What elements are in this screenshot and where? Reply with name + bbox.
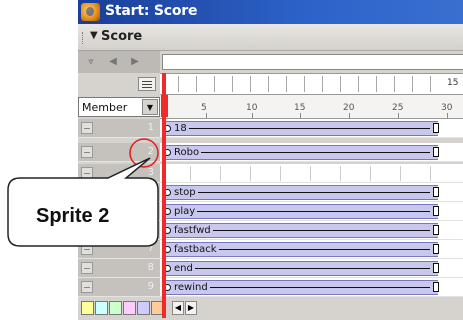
marker-ruler-left [78,73,160,95]
sprite-span[interactable]: 18 [164,121,439,136]
sprite-channel: 4 stop [78,183,463,202]
marker-label: 15 [447,78,459,88]
frame-number-strip[interactable]: 5 10 15 20 25 30 [160,95,463,119]
sprite-span[interactable]: fastback [164,242,439,257]
color-swatch[interactable] [81,301,94,315]
marker-menu-button[interactable] [138,77,156,91]
channel-header[interactable]: 2 [78,143,160,162]
sprite-label: play [174,206,198,217]
sprite-span[interactable]: play [164,204,439,219]
sprite-channel: 3 [78,164,463,183]
channel-number: 9 [147,281,154,292]
channel-header[interactable]: 9 [78,278,160,297]
channel-header[interactable]: 7 [78,240,160,259]
channel-number: 2 [147,146,154,157]
display-mode-value: Member [82,101,128,114]
score-window: Start: Score ▼ Score ⩔ ◀ ▶ 15 Member ▼ 5… [78,0,463,320]
sprite-channel: 1 18 [78,119,463,138]
director-app-icon [81,3,100,21]
panel-title: Score [101,29,143,44]
score-bottom-bar: ◀ ▶ [78,298,463,320]
toolbar-buttons: ⩔ ◀ ▶ [78,51,160,73]
filter-icon[interactable]: ⩔ [84,55,98,69]
channel-header[interactable]: 4 [78,183,160,202]
frame-number: 5 [201,103,207,113]
collapse-arrow-icon[interactable]: ▼ [90,30,98,41]
channel-toggle[interactable] [81,281,93,293]
callout-label: Sprite 2 [36,205,110,227]
forward-icon[interactable]: ▶ [128,55,142,69]
sprite-label: stop [174,187,198,198]
channel-number: 6 [147,224,154,235]
sprite-label: end [174,263,195,274]
channel-toggle[interactable] [81,122,93,134]
sprite-channel: 6 fastfwd [78,221,463,240]
sprite-channel: 2 Robo [78,143,463,162]
color-swatch[interactable] [123,301,136,315]
sprite-info-field[interactable] [162,54,463,70]
sprite-span[interactable]: fastfwd [164,223,439,238]
sprite-label: fastback [174,244,219,255]
frame-number: 10 [246,103,258,113]
frame-number: 20 [343,103,355,113]
sprite-label: fastfwd [174,225,213,236]
chevron-down-icon[interactable]: ▼ [142,99,158,115]
color-swatch[interactable] [95,301,108,315]
panel-header[interactable]: ▼ Score [78,24,463,51]
marker-ruler: 15 [78,73,463,95]
sprite-channel: 9 rewind [78,278,463,297]
channel-number: 7 [147,243,154,254]
scroll-right-button[interactable]: ▶ [185,301,197,315]
color-swatch[interactable] [137,301,150,315]
sprite-channel: 7 fastback [78,240,463,259]
channel-number: 5 [147,205,154,216]
playhead-handle[interactable] [161,95,168,117]
frame-number: 15 [294,103,306,113]
back-icon[interactable]: ◀ [106,55,120,69]
window-title: Start: Score [105,3,198,19]
sprite-span[interactable]: Robo [164,145,439,160]
frame-number: 30 [441,103,453,113]
channel-toggle[interactable] [81,146,93,158]
marker-strip[interactable]: 15 [160,73,463,95]
sprite-label: rewind [174,282,210,293]
channel-number: 8 [147,262,154,273]
channel-toggle[interactable] [81,167,93,179]
scroll-left-button[interactable]: ◀ [172,301,184,315]
frame-ruler: Member ▼ 5 10 15 20 25 30 [78,95,463,119]
sprite-span[interactable]: rewind [164,280,439,295]
channel-toggle[interactable] [81,262,93,274]
channel-toggle[interactable] [81,243,93,255]
channel-number: 1 [147,122,154,133]
frame-number: 25 [392,103,404,113]
sprite-channel: 5 play [78,202,463,221]
color-swatch[interactable] [109,301,122,315]
channel-header[interactable]: 1 [78,119,160,138]
title-bar[interactable]: Start: Score [78,0,463,24]
sprite-channel: 8 end [78,259,463,278]
panel-grip[interactable] [82,32,84,44]
sprite-span[interactable]: stop [164,185,439,200]
sprite-label: Robo [174,147,202,158]
display-mode-select[interactable]: Member ▼ [78,97,160,117]
channel-number: 3 [147,167,154,178]
channel-header[interactable]: 3 [78,164,160,183]
sprite-label: 18 [174,123,189,134]
channel-number: 4 [147,186,154,197]
score-toolbar: ⩔ ◀ ▶ [78,51,463,73]
channel-toggle[interactable] [81,186,93,198]
channel-header[interactable]: 8 [78,259,160,278]
sprite-span[interactable]: end [164,261,439,276]
